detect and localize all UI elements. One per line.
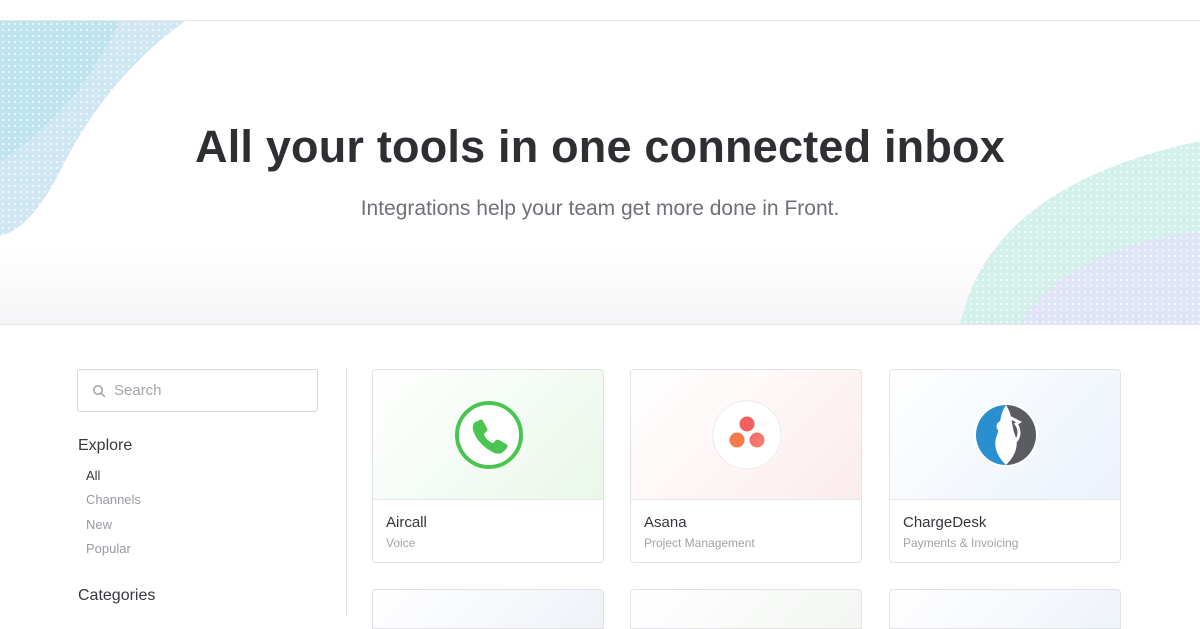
integration-card-partial[interactable] (372, 589, 604, 629)
phone-icon (455, 401, 523, 469)
explore-item-new[interactable]: New (86, 517, 112, 532)
integration-card-aircall[interactable]: Aircall Voice (372, 369, 604, 563)
search-box[interactable] (77, 369, 318, 412)
card-title: Asana (644, 514, 687, 531)
explore-item-all[interactable]: All (86, 468, 100, 483)
top-nav-bar (0, 0, 1200, 21)
explore-heading: Explore (78, 437, 133, 454)
categories-heading: Categories (78, 587, 156, 604)
chargedesk-logo-icon (974, 403, 1038, 467)
integration-card-chargedesk[interactable]: ChargeDesk Payments & Invoicing (889, 369, 1121, 563)
asana-dots-icon (712, 400, 782, 470)
integration-card-partial[interactable] (630, 589, 862, 629)
card-category: Project Management (644, 536, 755, 550)
page-subtitle: Integrations help your team get more don… (360, 197, 840, 220)
card-title: Aircall (386, 514, 427, 531)
card-category: Voice (386, 536, 416, 550)
hero-banner: All your tools in one connected inbox In… (0, 21, 1200, 325)
card-category: Payments & Invoicing (903, 536, 1019, 550)
sidebar-divider (346, 368, 347, 616)
page-title: All your tools in one connected inbox (195, 121, 1005, 172)
explore-item-popular[interactable]: Popular (86, 541, 131, 556)
integration-card-asana[interactable]: Asana Project Management (630, 369, 862, 563)
explore-item-channels[interactable]: Channels (86, 492, 141, 507)
search-icon (93, 384, 106, 397)
search-input[interactable] (114, 382, 314, 399)
card-title: ChargeDesk (903, 514, 987, 531)
integration-card-partial[interactable] (889, 589, 1121, 629)
